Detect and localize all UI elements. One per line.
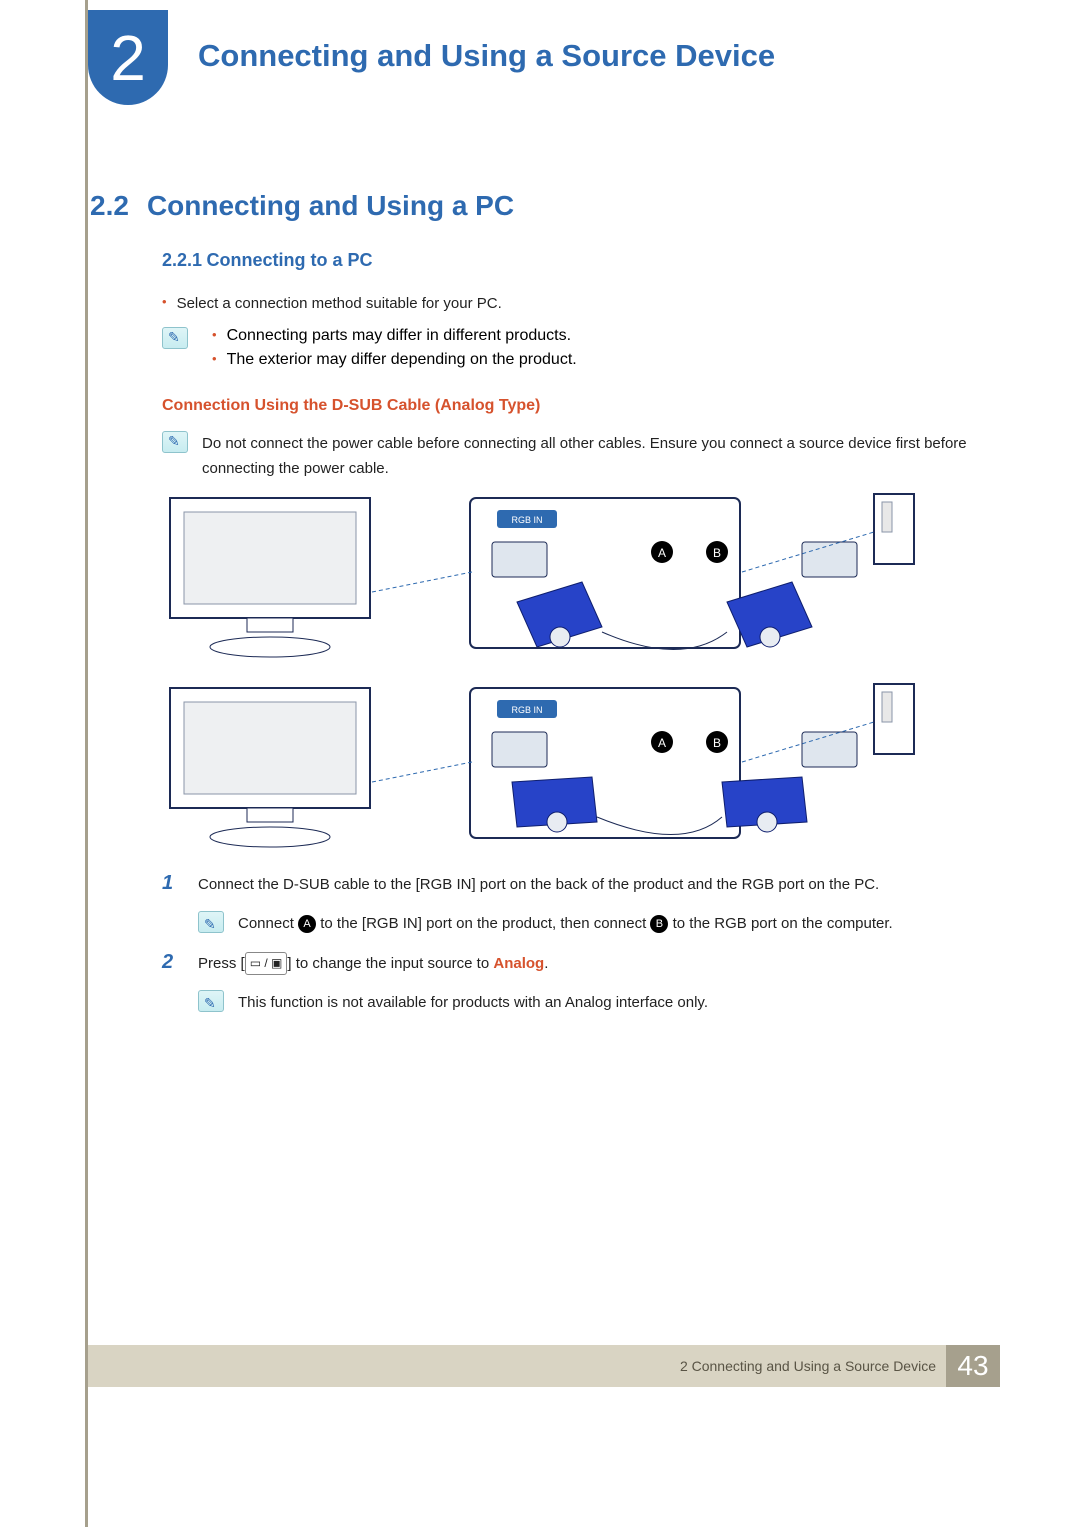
- step-number: 1: [162, 872, 180, 937]
- subheading-red: Connection Using the D-SUB Cable (Analog…: [162, 397, 1000, 415]
- section-heading: 2.2 Connecting and Using a PC: [90, 190, 1000, 222]
- note-block: Do not connect the power cable before co…: [162, 431, 1000, 482]
- source-button-icon: ▭ / ▣: [245, 952, 288, 974]
- connection-diagram-2: RGB IN A B: [162, 682, 1000, 852]
- subsection-number: 2.2.1: [162, 250, 202, 270]
- step-note: Connect A to the [RGB IN] port on the pr…: [238, 911, 893, 937]
- step-note: This function is not available for produ…: [238, 990, 708, 1016]
- step-1: 1 Connect the D-SUB cable to the [RGB IN…: [162, 872, 1000, 937]
- step-2: 2 Press [▭ / ▣] to change the input sour…: [162, 951, 1000, 1016]
- bullet-text: Select a connection method suitable for …: [177, 291, 502, 317]
- note-text: Do not connect the power cable before co…: [202, 431, 1000, 482]
- svg-text:RGB IN: RGB IN: [511, 705, 542, 715]
- bullet-text: Connecting parts may differ in different…: [227, 327, 571, 345]
- body-bullet: • Select a connection method suitable fo…: [162, 291, 1000, 317]
- port-label: RGB IN: [511, 515, 542, 525]
- label-b: B: [713, 546, 721, 560]
- chapter-number: 2: [110, 21, 146, 95]
- label-a: A: [658, 546, 666, 560]
- page-content: 2.2 Connecting and Using a PC 2.2.1 Conn…: [90, 190, 1000, 1030]
- footer-page-number: 43: [946, 1345, 1000, 1387]
- svg-text:B: B: [713, 736, 721, 750]
- section-number: 2.2: [90, 190, 129, 222]
- bullet-text: The exterior may differ depending on the…: [227, 351, 577, 369]
- section-title: Connecting and Using a PC: [147, 190, 514, 222]
- step-number: 2: [162, 951, 180, 1016]
- chapter-badge: 2: [88, 10, 168, 105]
- subsection-title: Connecting to a PC: [207, 250, 373, 270]
- bullet-icon: •: [162, 291, 167, 317]
- chapter-title: Connecting and Using a Source Device: [198, 38, 775, 74]
- numbered-steps: 1 Connect the D-SUB cable to the [RGB IN…: [162, 872, 1000, 1016]
- note-block: • Connecting parts may differ in differe…: [162, 327, 1000, 375]
- note-icon: [162, 431, 188, 453]
- step-text: Connect the D-SUB cable to the [RGB IN] …: [198, 876, 879, 893]
- note-content: • Connecting parts may differ in differe…: [202, 327, 577, 375]
- note-icon: [198, 911, 224, 933]
- label-b-icon: B: [650, 915, 668, 933]
- footer-bar: 2 Connecting and Using a Source Device 4…: [88, 1345, 1000, 1387]
- svg-text:A: A: [658, 736, 666, 750]
- connection-diagram-1: RGB IN A B: [162, 492, 1000, 662]
- left-margin-rule: [85, 0, 88, 1527]
- subsection-heading: 2.2.1 Connecting to a PC: [162, 250, 1000, 271]
- bullet-icon: •: [212, 327, 217, 345]
- note-icon: [162, 327, 188, 349]
- note-icon: [198, 990, 224, 1012]
- label-a-icon: A: [298, 915, 316, 933]
- bullet-icon: •: [212, 351, 217, 369]
- analog-keyword: Analog: [493, 955, 544, 972]
- footer-label: 2 Connecting and Using a Source Device: [680, 1358, 946, 1374]
